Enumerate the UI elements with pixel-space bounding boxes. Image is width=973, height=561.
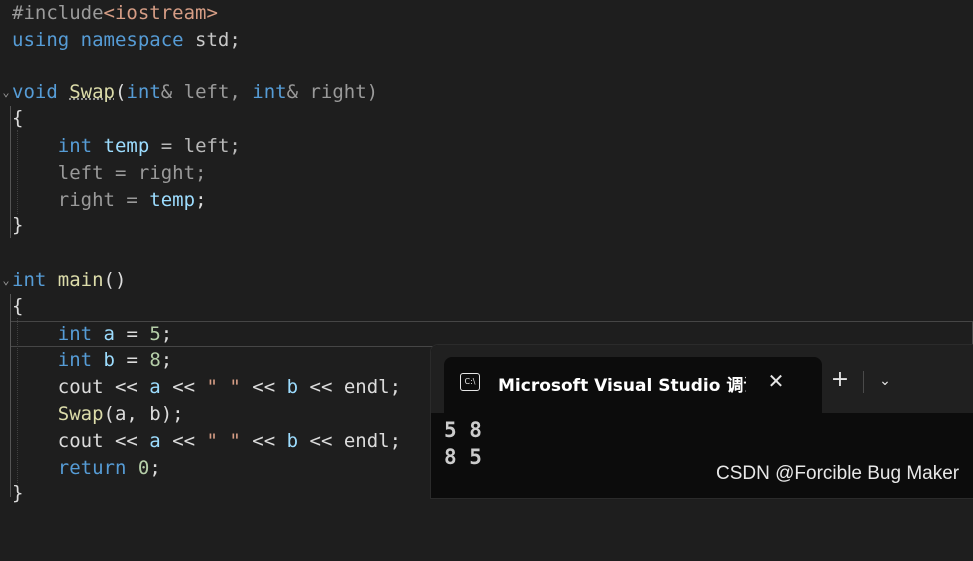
function-name-swap: Swap bbox=[69, 81, 115, 103]
brace: } bbox=[12, 214, 24, 236]
op: << bbox=[103, 376, 150, 398]
close-icon[interactable]: ✕ bbox=[762, 367, 790, 395]
console-output-line: 8 5 bbox=[444, 445, 482, 469]
cout: cout bbox=[57, 430, 104, 452]
code-text: ; bbox=[149, 457, 161, 479]
op: << bbox=[240, 376, 287, 398]
number-literal: 0 bbox=[137, 457, 150, 479]
code-text: () bbox=[103, 269, 127, 291]
var-left: left bbox=[57, 162, 104, 184]
code-line: cout << a << " " << b << endl; bbox=[0, 374, 401, 401]
code-text: ; bbox=[195, 189, 207, 211]
var-temp: temp bbox=[149, 189, 196, 211]
code-text: (a, b); bbox=[103, 403, 184, 425]
op: << bbox=[160, 376, 207, 398]
code-line: int temp = left; bbox=[0, 133, 241, 160]
code-line-main-signature: ⌄ int main() bbox=[0, 267, 126, 294]
code-line-open-brace: { bbox=[0, 105, 46, 132]
code-line-close-brace: } bbox=[0, 212, 46, 239]
cout: cout bbox=[57, 376, 104, 398]
return-type: int bbox=[12, 269, 47, 291]
param-right: & right) bbox=[286, 81, 379, 103]
code-text: ; bbox=[389, 430, 402, 452]
var-right: right bbox=[57, 189, 115, 211]
collapse-chevron-icon[interactable]: ⌄ bbox=[0, 79, 12, 106]
keyword-using: using bbox=[12, 29, 70, 51]
param-left: & left, bbox=[160, 81, 253, 103]
include-header: <iostream> bbox=[103, 2, 218, 24]
var-b: b bbox=[286, 376, 299, 398]
var-b: b bbox=[286, 430, 299, 452]
type-int: int bbox=[57, 349, 93, 371]
op: << bbox=[240, 430, 287, 452]
code-line-swap-signature: ⌄ void Swap(int& left, int& right) bbox=[0, 79, 378, 106]
code-text: = bbox=[115, 349, 150, 371]
code-line-open-brace: { bbox=[0, 293, 46, 320]
brace: } bbox=[12, 482, 24, 504]
code-line: left = right; bbox=[0, 160, 207, 187]
code-line: Swap(a, b); bbox=[0, 401, 184, 428]
param-type: int bbox=[126, 81, 161, 103]
op: << bbox=[160, 430, 207, 452]
namespace-name: std; bbox=[183, 29, 241, 51]
op: << bbox=[103, 430, 150, 452]
op: << bbox=[298, 430, 344, 452]
type-int: int bbox=[57, 135, 93, 157]
console-output-line: 5 8 bbox=[444, 418, 482, 442]
code-text: = right; bbox=[103, 162, 207, 184]
console-titlebar[interactable]: C:\ Microsoft Visual Studio 调试控制台 ✕ + ⌄ bbox=[431, 345, 973, 413]
brace: { bbox=[12, 107, 24, 129]
number-literal: 8 bbox=[149, 349, 161, 371]
var-a: a bbox=[149, 376, 161, 398]
function-name-main: main bbox=[57, 269, 104, 291]
var-a: a bbox=[149, 430, 161, 452]
code-line-close-brace: } bbox=[0, 480, 46, 507]
code-text: ; bbox=[160, 323, 173, 345]
endl: endl bbox=[343, 376, 390, 398]
keyword-namespace: namespace bbox=[80, 29, 184, 51]
code-line: return 0; bbox=[0, 455, 161, 482]
param-type: int bbox=[252, 81, 287, 103]
console-tab[interactable]: C:\ Microsoft Visual Studio 调试控制台 ✕ bbox=[444, 357, 822, 413]
indent-guide bbox=[17, 318, 18, 483]
type-int: int bbox=[57, 323, 93, 345]
code-line: int a = 5; bbox=[0, 321, 172, 348]
var-a: a bbox=[103, 323, 115, 345]
code-text: = bbox=[115, 323, 150, 345]
code-line: cout << a << " " << b << endl; bbox=[0, 428, 401, 455]
terminal-icon: C:\ bbox=[460, 373, 480, 391]
var-temp: temp bbox=[103, 135, 150, 157]
paren-open: ( bbox=[114, 81, 127, 103]
code-line: right = temp; bbox=[0, 187, 207, 214]
code-line-include: #include<iostream> bbox=[0, 0, 218, 27]
new-tab-button[interactable]: + bbox=[826, 367, 854, 395]
var-b: b bbox=[103, 349, 115, 371]
watermark: CSDN @Forcible Bug Maker bbox=[716, 463, 960, 484]
scope-bar bbox=[10, 106, 11, 238]
op: << bbox=[298, 376, 344, 398]
code-line: int b = 8; bbox=[0, 347, 172, 374]
indent-guide bbox=[17, 130, 18, 214]
console-output[interactable]: 5 8 8 5 bbox=[444, 417, 482, 471]
titlebar-divider bbox=[863, 371, 864, 393]
string-literal: " " bbox=[206, 376, 241, 398]
code-line-using: using namespace std; bbox=[0, 27, 241, 54]
chevron-down-icon[interactable]: ⌄ bbox=[871, 367, 899, 395]
code-text: = bbox=[114, 189, 150, 211]
console-tab-title: Microsoft Visual Studio 调试控制台 bbox=[498, 376, 746, 396]
brace: { bbox=[12, 295, 24, 317]
scope-bar bbox=[10, 294, 11, 497]
endl: endl bbox=[343, 430, 390, 452]
preprocessor-directive: #include bbox=[12, 2, 104, 24]
return-type: void bbox=[12, 81, 58, 103]
code-text: ; bbox=[160, 349, 173, 371]
keyword-return: return bbox=[57, 457, 127, 479]
code-text: ; bbox=[389, 376, 402, 398]
number-literal: 5 bbox=[149, 323, 161, 345]
call-swap: Swap bbox=[57, 403, 104, 425]
collapse-chevron-icon[interactable]: ⌄ bbox=[0, 267, 12, 294]
string-literal: " " bbox=[206, 430, 241, 452]
code-text: = left; bbox=[149, 135, 241, 157]
